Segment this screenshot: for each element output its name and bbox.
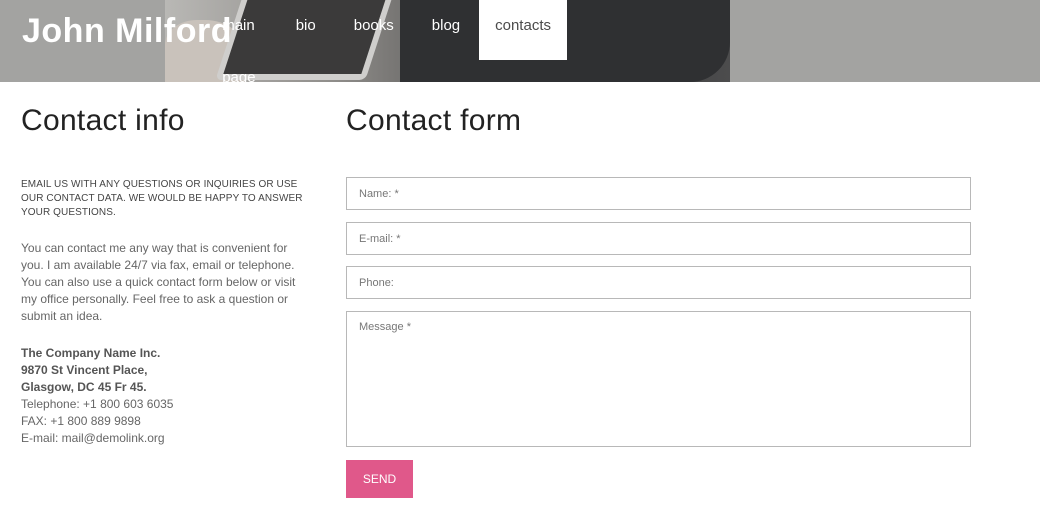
- address-city: Glasgow, DC 45 Fr 45.: [21, 380, 147, 394]
- email-input[interactable]: [347, 223, 970, 254]
- nav-blog[interactable]: blog: [413, 0, 479, 60]
- nav-books[interactable]: books: [335, 0, 413, 60]
- name-field-box: [346, 177, 971, 210]
- nav-bio[interactable]: bio: [277, 0, 335, 60]
- address-block: The Company Name Inc. 9870 St Vincent Pl…: [21, 345, 303, 447]
- contact-info-intro: EMAIL US WITH ANY QUESTIONS OR INQUIRIES…: [21, 179, 303, 218]
- contact-info-title: Contact info: [21, 104, 185, 137]
- contact-info-section: Contact info EMAIL US WITH ANY QUESTIONS…: [21, 104, 303, 447]
- contact-info-body: You can contact me any way that is conve…: [21, 241, 296, 323]
- nav-main-page[interactable]: main page: [203, 0, 277, 82]
- email-contact: E-mail: mail@demolink.org: [21, 431, 165, 445]
- message-field-box: [346, 311, 971, 447]
- company-name: The Company Name Inc.: [21, 346, 161, 360]
- site-header: John Milford main page bio books blog co…: [0, 0, 1040, 82]
- site-logo[interactable]: John Milford: [22, 12, 232, 51]
- telephone: Telephone: +1 800 603 6035: [21, 397, 174, 411]
- fax: FAX: +1 800 889 9898: [21, 414, 141, 428]
- nav-contacts[interactable]: contacts: [479, 0, 567, 60]
- message-textarea[interactable]: [347, 312, 970, 446]
- address-street: 9870 St Vincent Place,: [21, 363, 148, 377]
- contact-form-title: Contact form: [346, 104, 522, 137]
- email-field-box: [346, 222, 971, 255]
- phone-field-box: [346, 266, 971, 299]
- send-button[interactable]: SEND: [346, 460, 413, 498]
- name-input[interactable]: [347, 178, 970, 209]
- contact-form-section: Contact form SEND: [346, 104, 972, 498]
- phone-input[interactable]: [347, 267, 970, 298]
